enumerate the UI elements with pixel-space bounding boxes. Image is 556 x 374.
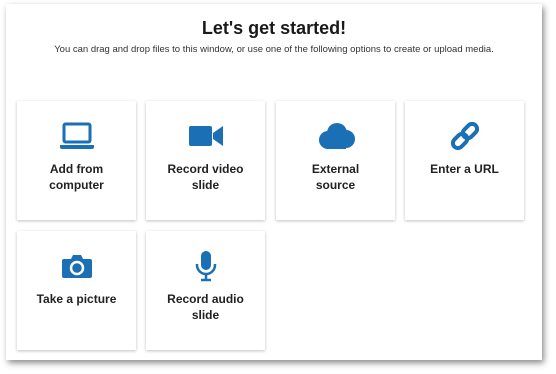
microphone-icon: [146, 251, 265, 282]
option-label-line1: Take a picture: [36, 292, 117, 306]
media-upload-window[interactable]: Let's get started! You can drag and drop…: [6, 4, 542, 360]
option-label-line1: Add from: [49, 162, 104, 176]
add-from-computer-button[interactable]: Add from computer: [17, 101, 136, 220]
cloud-icon: [276, 121, 395, 151]
record-video-slide-button[interactable]: Record video slide: [146, 101, 265, 220]
laptop-icon: [17, 121, 136, 151]
option-label-line1: Record video: [167, 162, 244, 176]
option-label-line2: slide: [191, 308, 220, 322]
external-source-button[interactable]: External source: [276, 101, 395, 220]
page-subtitle: You can drag and drop files to this wind…: [54, 44, 494, 55]
option-label-line1: External: [311, 162, 360, 176]
camera-icon: [17, 251, 136, 281]
page-title: Let's get started!: [201, 18, 347, 38]
video-camera-icon: [146, 121, 265, 151]
option-label-line2: slide: [191, 178, 220, 192]
take-picture-button[interactable]: Take a picture: [17, 231, 136, 350]
option-label-line1: Enter a URL: [430, 162, 499, 176]
option-label-line1: Record audio: [167, 292, 244, 306]
option-label-line2: computer: [49, 178, 104, 192]
enter-url-button[interactable]: Enter a URL: [405, 101, 524, 220]
option-label-line2: source: [315, 178, 356, 192]
record-audio-slide-button[interactable]: Record audio slide: [146, 231, 265, 350]
link-icon: [405, 121, 524, 151]
